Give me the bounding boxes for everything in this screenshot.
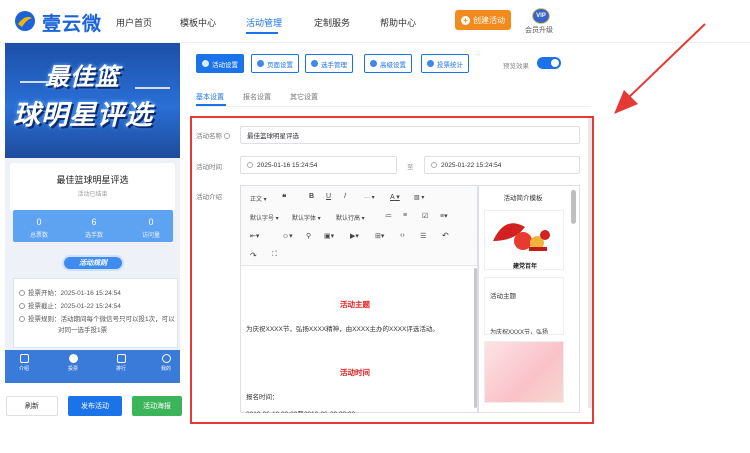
clock-icon	[19, 303, 25, 309]
nav-active-indicator	[246, 32, 278, 34]
chart-icon	[116, 354, 126, 363]
users-icon	[311, 60, 318, 67]
tab-activity-settings[interactable]: 活动设置	[196, 54, 244, 73]
logo-text: 壹云微	[42, 14, 103, 35]
plus-icon: +	[461, 15, 470, 25]
preview-activity-status: 活动已结束	[77, 192, 108, 198]
annotation-highlight-box	[190, 116, 594, 424]
logo-icon	[15, 11, 35, 31]
subtab-basic[interactable]: 基本设置	[196, 92, 224, 102]
vote-icon	[68, 354, 78, 363]
gear-icon	[202, 60, 209, 67]
subtab-registration[interactable]: 报名设置	[243, 92, 271, 102]
rule-vote-start: 投票开始：2025-01-16 15:24:54	[19, 289, 121, 299]
tab-vote-statistics[interactable]: 投票统计	[421, 54, 469, 73]
bar-chart-icon	[427, 60, 434, 67]
tab-ranking[interactable]: 排行	[110, 354, 132, 372]
tab-vote[interactable]: 投票	[62, 354, 84, 372]
subtab-divider	[196, 106, 591, 107]
refresh-button[interactable]: 刷新	[6, 396, 58, 416]
clock-icon	[19, 290, 25, 296]
banner-title-line2: 球明星评选	[13, 100, 153, 130]
nav-help[interactable]: 帮助中心	[380, 16, 416, 29]
tab-mine[interactable]: 我的	[155, 354, 177, 372]
stat-total-votes-value: 0	[36, 217, 42, 227]
publish-button[interactable]: 发布活动	[68, 396, 122, 416]
vip-upgrade-label[interactable]: 会员升级	[525, 25, 553, 35]
stat-visits-label: 访问量	[141, 233, 160, 239]
nav-templates[interactable]: 模板中心	[180, 16, 216, 29]
rules-pill[interactable]: 活动规则	[62, 255, 124, 271]
create-activity-label: 创建活动	[473, 15, 505, 25]
page-icon	[257, 60, 264, 67]
stat-visits-value: 0	[148, 217, 154, 227]
banner-title-line1: 最佳篮	[45, 64, 120, 91]
preview-toggle-label: 预览效果	[503, 63, 529, 70]
banner-decoration	[135, 87, 170, 89]
preview-toggle[interactable]	[537, 57, 561, 69]
vip-icon[interactable]: VIP	[532, 8, 550, 24]
stat-total-votes-label: 总票数	[29, 233, 48, 239]
preview-activity-name: 最佳篮球明星评选	[56, 175, 129, 185]
stat-contestants-value: 6	[91, 217, 97, 227]
poster-button[interactable]: 活动海报	[132, 396, 182, 416]
tab-intro[interactable]: 介绍	[13, 354, 35, 372]
user-icon	[161, 354, 171, 363]
sliders-icon	[370, 60, 377, 67]
mobile-preview: 最佳篮 球明星评选 最佳篮球明星评选 活动已结束 0 总票数 6 选手数 0 访…	[5, 43, 180, 383]
nav-activity-management[interactable]: 活动管理	[246, 16, 282, 29]
tab-advanced-settings[interactable]: 高级设置	[364, 54, 412, 73]
rule-vote-policy-cont: 对同一选手投1票	[58, 327, 108, 334]
info-icon	[19, 316, 25, 322]
tab-contestant-management[interactable]: 选手管理	[305, 54, 353, 73]
nav-custom-service[interactable]: 定制服务	[314, 16, 350, 29]
activity-card	[10, 163, 175, 211]
doc-icon	[19, 354, 29, 363]
create-activity-button[interactable]: + 创建活动	[455, 10, 511, 30]
tab-page-settings[interactable]: 页面设置	[251, 54, 299, 73]
rule-vote-policy: 投票规则：活动期间每个微信号只可以投1次，可以	[19, 315, 175, 325]
stat-contestants-label: 选手数	[84, 233, 103, 239]
subtab-other[interactable]: 其它设置	[290, 92, 318, 102]
nav-home[interactable]: 用户首页	[116, 16, 152, 29]
annotation-arrow-icon	[614, 23, 706, 114]
rule-vote-end: 投票截止：2025-01-22 15:24:54	[19, 302, 121, 312]
